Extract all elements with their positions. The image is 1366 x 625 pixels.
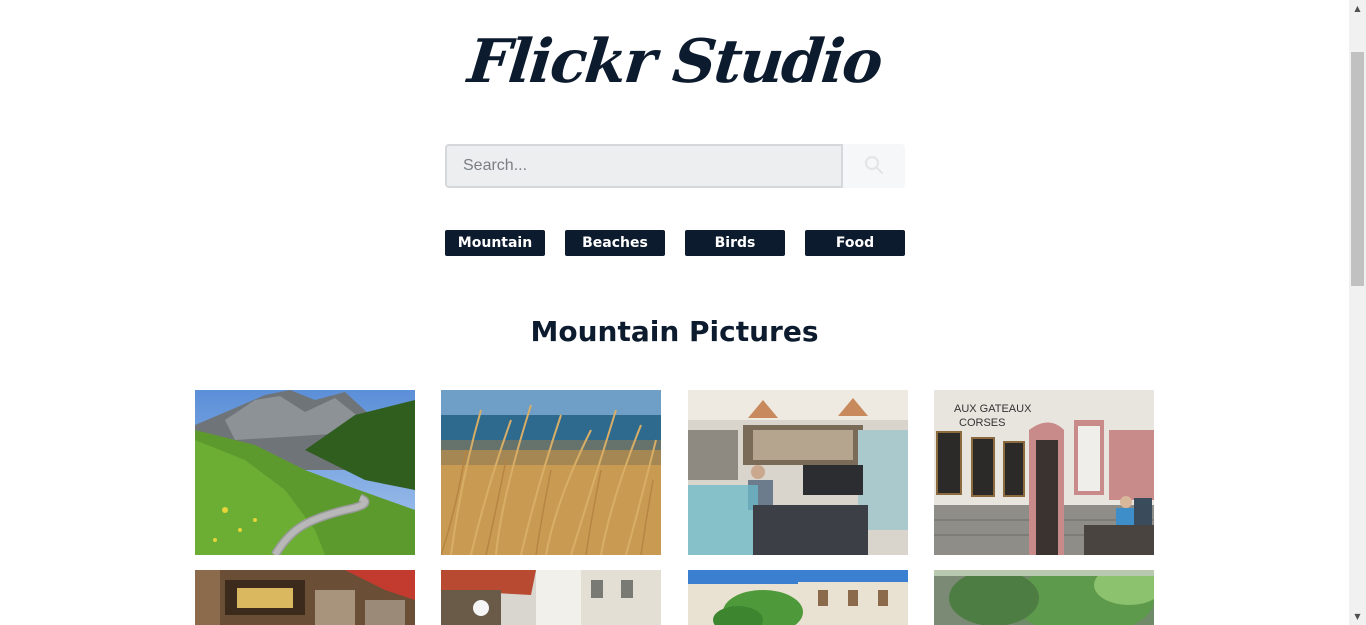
photo-pastry-shop[interactable] [688, 390, 908, 555]
filter-beaches-button[interactable]: Beaches [565, 230, 665, 256]
gallery-title: Mountain Pictures [530, 315, 819, 348]
search-icon [864, 155, 884, 178]
page: Flickr Studio Mountain Beaches Birds Foo… [0, 0, 1349, 625]
scroll-up-arrow-icon[interactable]: ▲ [1349, 0, 1366, 17]
scrollbar-thumb[interactable] [1351, 52, 1364, 286]
filter-food-button[interactable]: Food [805, 230, 905, 256]
svg-text:AUX GATEAUX: AUX GATEAUX [954, 403, 1032, 415]
scroll-down-arrow-icon[interactable]: ▼ [1349, 608, 1366, 625]
photo-aux-gateaux-corses[interactable]: AUX GATEAUX CORSES [934, 390, 1154, 555]
search-button[interactable] [843, 144, 905, 188]
category-filters: Mountain Beaches Birds Food [445, 230, 905, 256]
search-input[interactable] [445, 144, 843, 188]
photo-red-awning-shop[interactable] [195, 570, 415, 625]
photo-mountain-road[interactable] [195, 390, 415, 555]
filter-mountain-button[interactable]: Mountain [445, 230, 545, 256]
photo-old-town-street[interactable] [441, 570, 661, 625]
search-bar [445, 144, 905, 188]
photo-dry-grass-sea[interactable] [441, 390, 661, 555]
photo-building-trees[interactable] [688, 570, 908, 625]
svg-text:CORSES: CORSES [959, 417, 1005, 429]
filter-birds-button[interactable]: Birds [685, 230, 785, 256]
photo-courtyard-trees[interactable] [934, 570, 1154, 625]
site-logo[interactable]: Flickr Studio [0, 22, 1349, 102]
vertical-scrollbar[interactable]: ▲ ▼ [1349, 0, 1366, 625]
